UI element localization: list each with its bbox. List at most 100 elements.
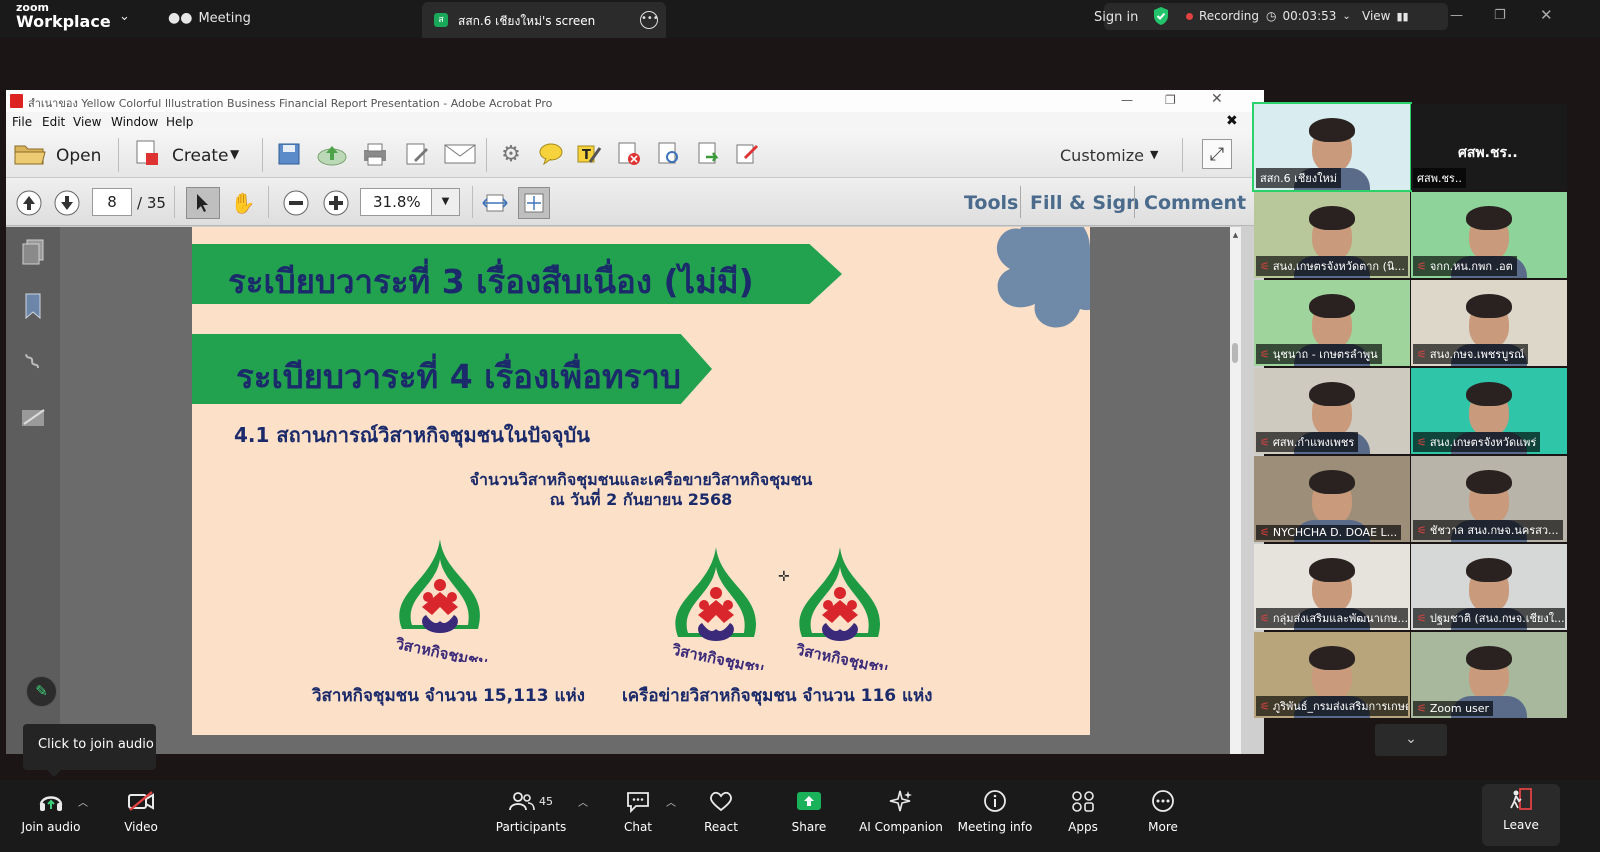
participant-tile[interactable]: ⚟ Zoom user (1411, 632, 1567, 718)
comment-bubble-icon[interactable] (538, 141, 564, 167)
gallery-next-page-chevron-icon[interactable]: ⌄ (1375, 724, 1447, 756)
acrobat-restore-icon[interactable]: ❐ (1165, 93, 1176, 107)
menu-window[interactable]: Window (111, 115, 158, 129)
minimize-window-icon[interactable]: — (1450, 8, 1463, 23)
meeting-info-button[interactable]: Meeting info (950, 786, 1040, 834)
leave-button[interactable]: Leave (1482, 784, 1560, 846)
save-icon[interactable] (276, 141, 302, 167)
bookmarks-icon[interactable] (20, 293, 46, 320)
document-viewport[interactable]: ระเบียบวาระที่ 3 เรื่องสืบเนื่อง (ไม่มี)… (60, 227, 1230, 754)
page-export-icon[interactable] (696, 141, 722, 167)
recording-indicator[interactable]: Recording (1186, 9, 1259, 23)
delete-page-icon[interactable] (616, 141, 642, 167)
attachments-paperclip-icon[interactable]: ⌇ (20, 348, 47, 377)
restore-window-icon[interactable]: ❐ (1494, 8, 1506, 23)
participant-hair (1309, 470, 1355, 494)
participant-tile[interactable]: สสก.6 เชียงใหม่ (1252, 102, 1412, 192)
page-number-input[interactable]: 8 (92, 188, 132, 216)
fit-page-icon[interactable] (518, 187, 550, 219)
participant-name: ⚟ สนง.เกษตรจังหวัดตาก (นิ... (1256, 256, 1408, 276)
settings-gear-icon[interactable]: ⚙ (498, 141, 524, 167)
audio-options-caret-icon[interactable]: ︿ (78, 794, 88, 809)
create-dropdown-icon[interactable]: ▼ (230, 147, 239, 161)
hand-tool-icon[interactable]: ✋ (228, 187, 258, 219)
muted-mic-icon: ⚟ (1417, 612, 1427, 625)
previous-page-icon[interactable] (14, 188, 44, 218)
apps-label: Apps (1068, 820, 1098, 834)
participant-tile[interactable]: ⚟ จกก.หน.กพก .อต (1411, 192, 1567, 278)
print-icon[interactable] (362, 141, 388, 167)
network-count-text: เครือข่ายวิสาหกิจชุมชน จำนวน 116 แห่ง (622, 686, 933, 706)
participant-tile[interactable]: ⚟ ปฐมชาติ (สนง.กษจ.เชียงใ... (1411, 544, 1567, 630)
view-button[interactable]: View ▮▮ (1362, 9, 1409, 23)
participant-tile[interactable]: ⚟ สนง.กษจ.เพชรบูรณ์ (1411, 280, 1567, 366)
participant-tile[interactable]: ⚟ นุชนาถ - เกษตรลำพูน (1254, 280, 1410, 366)
participant-tile[interactable]: ⚟ สนง.เกษตรจังหวัดตาก (นิ... (1254, 192, 1410, 278)
participant-tile[interactable]: ⚟ ชัชวาล สนง.กษจ.นครสว... (1411, 456, 1567, 542)
comment-pane-button[interactable]: Comment (1144, 192, 1246, 214)
participant-tile[interactable]: ⚟ กลุ่มส่งเสริมและพัฒนาเกษ... (1254, 544, 1410, 630)
customize-dropdown-icon[interactable]: ▼ (1150, 148, 1158, 161)
customize-button[interactable]: Customize (1060, 146, 1144, 165)
next-page-icon[interactable] (52, 188, 82, 218)
participant-tile[interactable]: ⚟ สนง.เกษตรจังหวัดแพร่ (1411, 368, 1567, 454)
vertical-scrollbar[interactable]: ▲ (1230, 227, 1241, 754)
participants-options-caret-icon[interactable]: ︿ (578, 794, 588, 809)
apps-button[interactable]: Apps (1038, 786, 1128, 834)
participant-tile[interactable]: ⚟ ศสพ.กำแพงเพชร (1254, 368, 1410, 454)
meeting-timer[interactable]: ◷ 00:03:53 ⌄ (1266, 9, 1351, 23)
create-button[interactable]: Create (172, 146, 229, 166)
more-options-icon[interactable]: ••• (640, 11, 659, 29)
create-pdf-icon[interactable] (134, 140, 160, 166)
folder-open-icon[interactable] (14, 141, 46, 167)
share-button[interactable]: Share (764, 786, 854, 834)
zoom-out-icon[interactable] (282, 189, 310, 217)
sign-in-link[interactable]: Sign in (1094, 10, 1138, 25)
participants-button[interactable]: 45 Participants (486, 786, 576, 834)
page-edit-red-icon[interactable] (734, 141, 760, 167)
headphones-icon (38, 786, 64, 816)
page-magnify-icon[interactable] (656, 141, 682, 167)
share-screen-tab[interactable]: ส สสก.6 เชียงใหม่'s screen ••• (422, 2, 666, 38)
highlight-text-icon[interactable]: T (576, 141, 602, 167)
scroll-up-icon[interactable]: ▲ (1230, 231, 1241, 239)
chat-options-caret-icon[interactable]: ︿ (666, 794, 676, 809)
tools-pane-button[interactable]: Tools (964, 192, 1018, 214)
menu-file[interactable]: File (12, 115, 32, 129)
participant-tile[interactable]: ⚟ ภูริพันธ์_กรมส่งเสริมการเกษตร (1254, 632, 1410, 718)
zoom-level-select[interactable]: 31.8% ▼ (360, 188, 460, 216)
leave-label: Leave (1503, 818, 1539, 832)
annotate-pen-icon[interactable]: ✎ (26, 676, 57, 707)
fit-width-icon[interactable] (480, 188, 510, 218)
upload-cloud-icon[interactable] (316, 141, 348, 167)
menu-view[interactable]: View (73, 115, 101, 129)
close-window-icon[interactable]: ✕ (1540, 6, 1553, 24)
zoom-dropdown-icon[interactable]: ▼ (431, 189, 459, 215)
zoom-in-icon[interactable] (322, 189, 350, 217)
shield-check-icon[interactable] (1152, 6, 1170, 26)
video-button[interactable]: Video (96, 786, 186, 834)
react-button[interactable]: React (676, 786, 766, 834)
menu-edit[interactable]: Edit (42, 115, 65, 129)
participant-tile[interactable]: ⚟ NYCHCHA D. DOAE L... (1254, 456, 1410, 542)
signatures-icon[interactable] (20, 405, 46, 431)
email-icon[interactable] (444, 141, 476, 167)
ai-companion-button[interactable]: AI Companion (856, 786, 946, 834)
participant-hair (1466, 558, 1512, 582)
more-button[interactable]: More (1118, 786, 1208, 834)
open-button[interactable]: Open (56, 146, 101, 166)
acrobat-close-icon[interactable]: ✕ (1211, 91, 1223, 107)
page-thumbnails-icon[interactable] (20, 239, 46, 265)
acrobat-minimize-icon[interactable]: — (1121, 93, 1133, 107)
muted-mic-icon: ⚟ (1260, 260, 1270, 273)
meeting-tab[interactable]: ●● Meeting (168, 10, 251, 26)
edit-document-icon[interactable] (404, 141, 430, 167)
close-document-icon[interactable]: ✖ (1226, 113, 1238, 129)
scrollbar-thumb[interactable] (1232, 343, 1238, 363)
fullscreen-icon[interactable]: ⤢ (1202, 139, 1232, 169)
select-cursor-icon[interactable] (186, 187, 220, 219)
fill-sign-pane-button[interactable]: Fill & Sign (1030, 192, 1140, 214)
app-menu-chevron-icon[interactable]: ⌄ (119, 9, 130, 24)
menu-help[interactable]: Help (166, 115, 193, 129)
recording-dot-icon (1186, 12, 1193, 20)
